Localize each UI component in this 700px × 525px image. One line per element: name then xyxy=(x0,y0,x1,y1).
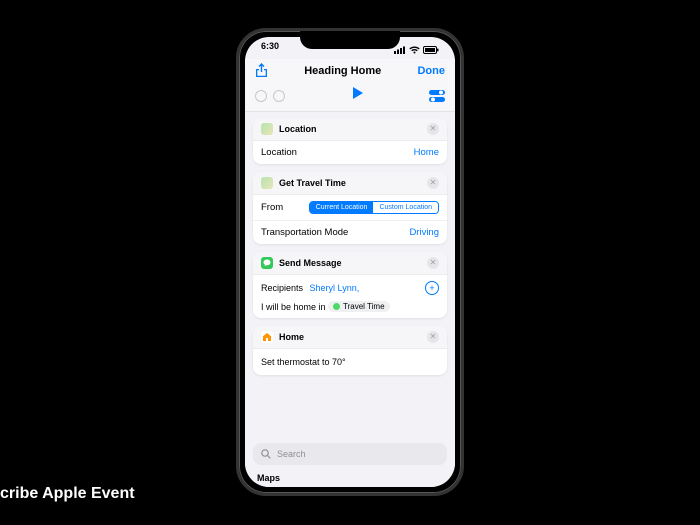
token-dot-icon xyxy=(333,303,340,310)
remove-button[interactable]: ✕ xyxy=(427,331,439,343)
status-icons xyxy=(394,41,439,59)
card-header: Home ✕ xyxy=(253,326,447,349)
location-row[interactable]: Location Home xyxy=(253,141,447,164)
signal-icon xyxy=(394,46,406,54)
notch xyxy=(300,31,400,49)
done-button[interactable]: Done xyxy=(417,65,445,77)
settings-button[interactable] xyxy=(429,89,445,103)
recipients-label: Recipients xyxy=(261,283,303,293)
home-action-text: Set thermostat to 70° xyxy=(253,349,447,375)
messages-icon xyxy=(261,257,273,269)
wifi-icon xyxy=(409,46,420,54)
card-title: Send Message xyxy=(279,258,421,268)
row-label: Location xyxy=(261,147,297,158)
search-placeholder: Search xyxy=(277,449,306,459)
undo-icon[interactable] xyxy=(255,90,267,102)
page-title: Heading Home xyxy=(304,65,381,77)
action-card-location: Location ✕ Location Home xyxy=(253,118,447,164)
add-recipient-button[interactable]: + xyxy=(425,281,439,295)
home-icon xyxy=(261,331,273,343)
variable-token-travel-time[interactable]: Travel Time xyxy=(328,301,390,312)
remove-button[interactable]: ✕ xyxy=(427,257,439,269)
remove-button[interactable]: ✕ xyxy=(427,123,439,135)
phone-frame: 6:30 Heading Home Done xyxy=(236,28,464,496)
row-label: Transportation Mode xyxy=(261,227,348,238)
bottom-label: Maps xyxy=(257,473,280,483)
segment-current-location[interactable]: Current Location xyxy=(310,202,374,213)
card-header: Send Message ✕ xyxy=(253,252,447,275)
token-label: Travel Time xyxy=(343,302,385,311)
play-icon xyxy=(350,86,364,100)
card-title: Get Travel Time xyxy=(279,178,421,188)
card-header: Location ✕ xyxy=(253,118,447,141)
action-card-travel-time: Get Travel Time ✕ From Current Location … xyxy=(253,172,447,244)
toggles-icon xyxy=(429,89,445,103)
card-title: Home xyxy=(279,332,421,342)
search-bar[interactable]: Search xyxy=(253,443,447,465)
from-row: From Current Location Custom Location xyxy=(253,195,447,221)
card-title: Location xyxy=(279,124,421,134)
message-text[interactable]: I will be home in Travel Time xyxy=(261,301,439,312)
actions-scroll[interactable]: Location ✕ Location Home Get Travel Time… xyxy=(245,112,455,389)
card-header: Get Travel Time ✕ xyxy=(253,172,447,195)
mode-row[interactable]: Transportation Mode Driving xyxy=(253,221,447,244)
overlay-caption: cribe Apple Event xyxy=(0,485,135,503)
toolbar xyxy=(245,84,455,112)
message-prefix: I will be home in xyxy=(261,302,328,312)
redo-icon[interactable] xyxy=(273,90,285,102)
row-value: Driving xyxy=(409,227,439,238)
play-button[interactable] xyxy=(350,86,364,105)
row-label: From xyxy=(261,202,283,213)
message-body: Recipients Sheryl Lynn, + I will be home… xyxy=(253,275,447,318)
toolbar-left xyxy=(255,90,285,102)
row-value: Home xyxy=(414,147,439,158)
share-icon xyxy=(255,63,268,78)
nav-bar: Heading Home Done xyxy=(245,59,455,84)
action-card-send-message: Send Message ✕ Recipients Sheryl Lynn, +… xyxy=(253,252,447,318)
maps-icon xyxy=(261,123,273,135)
segment-custom-location[interactable]: Custom Location xyxy=(373,202,438,213)
battery-icon xyxy=(423,46,439,54)
remove-button[interactable]: ✕ xyxy=(427,177,439,189)
action-card-home: Home ✕ Set thermostat to 70° xyxy=(253,326,447,375)
recipients-value: Sheryl Lynn, xyxy=(310,283,360,293)
recipients-row[interactable]: Recipients Sheryl Lynn, + xyxy=(261,281,439,295)
share-button[interactable] xyxy=(255,63,268,78)
screen: 6:30 Heading Home Done xyxy=(245,37,455,487)
search-icon xyxy=(261,449,271,459)
status-time: 6:30 xyxy=(261,41,279,59)
from-segmented[interactable]: Current Location Custom Location xyxy=(309,201,439,214)
maps-icon xyxy=(261,177,273,189)
